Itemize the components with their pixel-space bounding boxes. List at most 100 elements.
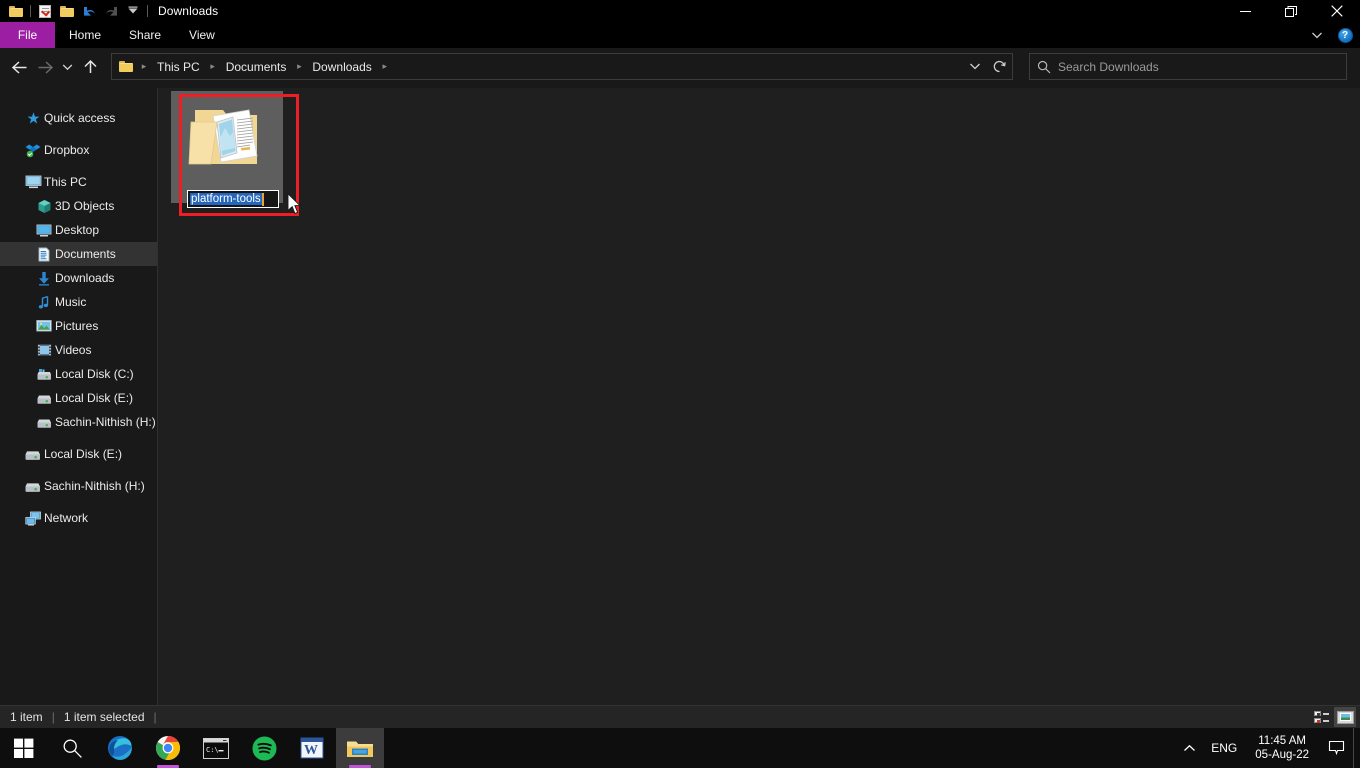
recent-locations-chevron-down-icon[interactable] xyxy=(58,54,77,80)
address-bar-controls xyxy=(962,54,1012,79)
sidebar-item-quick-access[interactable]: Quick access xyxy=(0,106,157,130)
sidebar-item-label: Local Disk (E:) xyxy=(44,447,122,461)
sidebar-item-videos[interactable]: Videos xyxy=(0,338,157,362)
chrome-button[interactable] xyxy=(144,728,192,768)
file-explorer-button[interactable] xyxy=(336,728,384,768)
sidebar-item-local-disk-e-root[interactable]: Local Disk (E:) xyxy=(0,442,157,466)
sidebar-item-3d-objects[interactable]: 3D Objects xyxy=(0,194,157,218)
rename-input[interactable]: platform-tools xyxy=(187,190,279,208)
drive-icon xyxy=(22,443,44,465)
spotify-button[interactable] xyxy=(240,728,288,768)
expand-ribbon-chevron-down-icon[interactable] xyxy=(1306,24,1328,46)
window-title: Downloads xyxy=(158,4,218,18)
search-taskbar-button[interactable] xyxy=(48,728,96,768)
sidebar-item-sachin-nithish-h-root[interactable]: Sachin-Nithish (H:) xyxy=(0,474,157,498)
navigation-pane: Quick access Dropbox xyxy=(0,88,157,705)
sidebar-item-this-pc[interactable]: This PC xyxy=(0,170,157,194)
restore-button[interactable] xyxy=(1268,0,1314,22)
tray-overflow-chevron-up-icon[interactable] xyxy=(1176,728,1203,768)
folder-icon[interactable] xyxy=(5,1,27,21)
chevron-down-icon[interactable] xyxy=(122,1,144,21)
question-mark-icon: ? xyxy=(1338,28,1353,43)
redo-icon[interactable] xyxy=(100,1,122,21)
breadcrumb-folder-icon[interactable] xyxy=(116,61,136,72)
sidebar-item-label: Quick access xyxy=(44,111,115,125)
separator xyxy=(27,0,34,22)
sidebar-item-network[interactable]: Network xyxy=(0,506,157,530)
refresh-icon[interactable] xyxy=(987,54,1012,79)
sidebar-item-label: Network xyxy=(44,511,88,525)
sidebar-item-label: Pictures xyxy=(55,319,98,333)
sidebar-item-documents[interactable]: Documents xyxy=(0,242,157,266)
undo-icon[interactable] xyxy=(78,1,100,21)
sidebar-item-label: Downloads xyxy=(55,271,114,285)
videos-icon xyxy=(33,339,55,361)
text-caret xyxy=(262,193,264,206)
sidebar-item-downloads[interactable]: Downloads xyxy=(0,266,157,290)
edge-button[interactable] xyxy=(96,728,144,768)
open-folder-icon xyxy=(187,98,267,174)
breadcrumb-separator-icon[interactable]: ▸ xyxy=(136,56,152,77)
rename-input-value: platform-tools xyxy=(190,193,262,205)
mouse-pointer-icon xyxy=(287,193,301,215)
breadcrumb-separator-icon[interactable]: ▸ xyxy=(377,56,393,77)
details-view-button[interactable] xyxy=(1310,707,1332,727)
large-icons-view-button[interactable] xyxy=(1334,707,1356,727)
forward-button[interactable] xyxy=(32,54,58,80)
up-button[interactable] xyxy=(77,54,103,80)
sidebar-item-dropbox[interactable]: Dropbox xyxy=(0,138,157,162)
dropbox-icon xyxy=(22,139,44,161)
minimize-button[interactable] xyxy=(1222,0,1268,22)
sidebar-item-local-disk-e[interactable]: Local Disk (E:) xyxy=(0,386,157,410)
action-center-button[interactable] xyxy=(1319,728,1353,768)
word-button[interactable]: W xyxy=(288,728,336,768)
search-input[interactable] xyxy=(1058,60,1346,74)
address-dropdown-chevron-down-icon[interactable] xyxy=(962,54,987,79)
sidebar-item-pictures[interactable]: Pictures xyxy=(0,314,157,338)
status-bar: 1 item | 1 item selected | xyxy=(0,705,1360,728)
items-view[interactable]: platform-tools xyxy=(158,88,1360,705)
drive-icon xyxy=(33,411,55,433)
help-button[interactable]: ? xyxy=(1334,24,1356,46)
close-button[interactable] xyxy=(1314,0,1360,22)
language-indicator[interactable]: ENG xyxy=(1203,728,1245,768)
drive-icon xyxy=(33,387,55,409)
breadcrumb: ▸ This PC ▸ Documents ▸ Downloads ▸ xyxy=(112,54,962,79)
breadcrumb-separator-icon[interactable]: ▸ xyxy=(291,56,307,77)
tab-view[interactable]: View xyxy=(175,22,229,48)
list-item[interactable]: platform-tools xyxy=(171,91,283,203)
sidebar-item-music[interactable]: Music xyxy=(0,290,157,314)
breadcrumb-separator-icon[interactable]: ▸ xyxy=(205,56,221,77)
tab-share[interactable]: Share xyxy=(115,22,175,48)
show-desktop-button[interactable] xyxy=(1353,728,1360,768)
sidebar-item-label: Music xyxy=(55,295,86,309)
download-icon xyxy=(33,267,55,289)
desktop-icon xyxy=(33,219,55,241)
tab-file[interactable]: File xyxy=(0,22,55,48)
item-count-label: 1 item xyxy=(10,710,43,724)
ribbon-tab-bar: File Home Share View ? xyxy=(0,22,1360,48)
separator xyxy=(144,0,151,22)
quick-access-toolbar xyxy=(0,0,151,22)
sidebar-item-label: Local Disk (C:) xyxy=(55,367,134,381)
breadcrumb-item-this-pc[interactable]: This PC xyxy=(152,56,205,77)
breadcrumb-item-documents[interactable]: Documents xyxy=(221,56,292,77)
new-folder-icon[interactable] xyxy=(56,1,78,21)
monitor-icon xyxy=(22,171,44,193)
back-button[interactable] xyxy=(6,54,32,80)
search-box[interactable] xyxy=(1029,53,1347,80)
network-icon xyxy=(22,507,44,529)
sidebar-item-label: Videos xyxy=(55,343,91,357)
taskbar: C:\ W xyxy=(0,728,1360,768)
sidebar-item-local-disk-c[interactable]: Local Disk (C:) xyxy=(0,362,157,386)
sidebar-item-desktop[interactable]: Desktop xyxy=(0,218,157,242)
title-bar: Downloads xyxy=(0,0,1360,22)
clock[interactable]: 11:45 AM 05-Aug-22 xyxy=(1245,728,1319,768)
properties-icon[interactable] xyxy=(34,1,56,21)
command-prompt-button[interactable]: C:\ xyxy=(192,728,240,768)
breadcrumb-item-downloads[interactable]: Downloads xyxy=(307,56,376,77)
start-button[interactable] xyxy=(0,728,48,768)
tab-home[interactable]: Home xyxy=(55,22,115,48)
address-bar[interactable]: ▸ This PC ▸ Documents ▸ Downloads ▸ xyxy=(111,53,1013,80)
sidebar-item-sachin-nithish-h[interactable]: Sachin-Nithish (H:) xyxy=(0,410,157,434)
